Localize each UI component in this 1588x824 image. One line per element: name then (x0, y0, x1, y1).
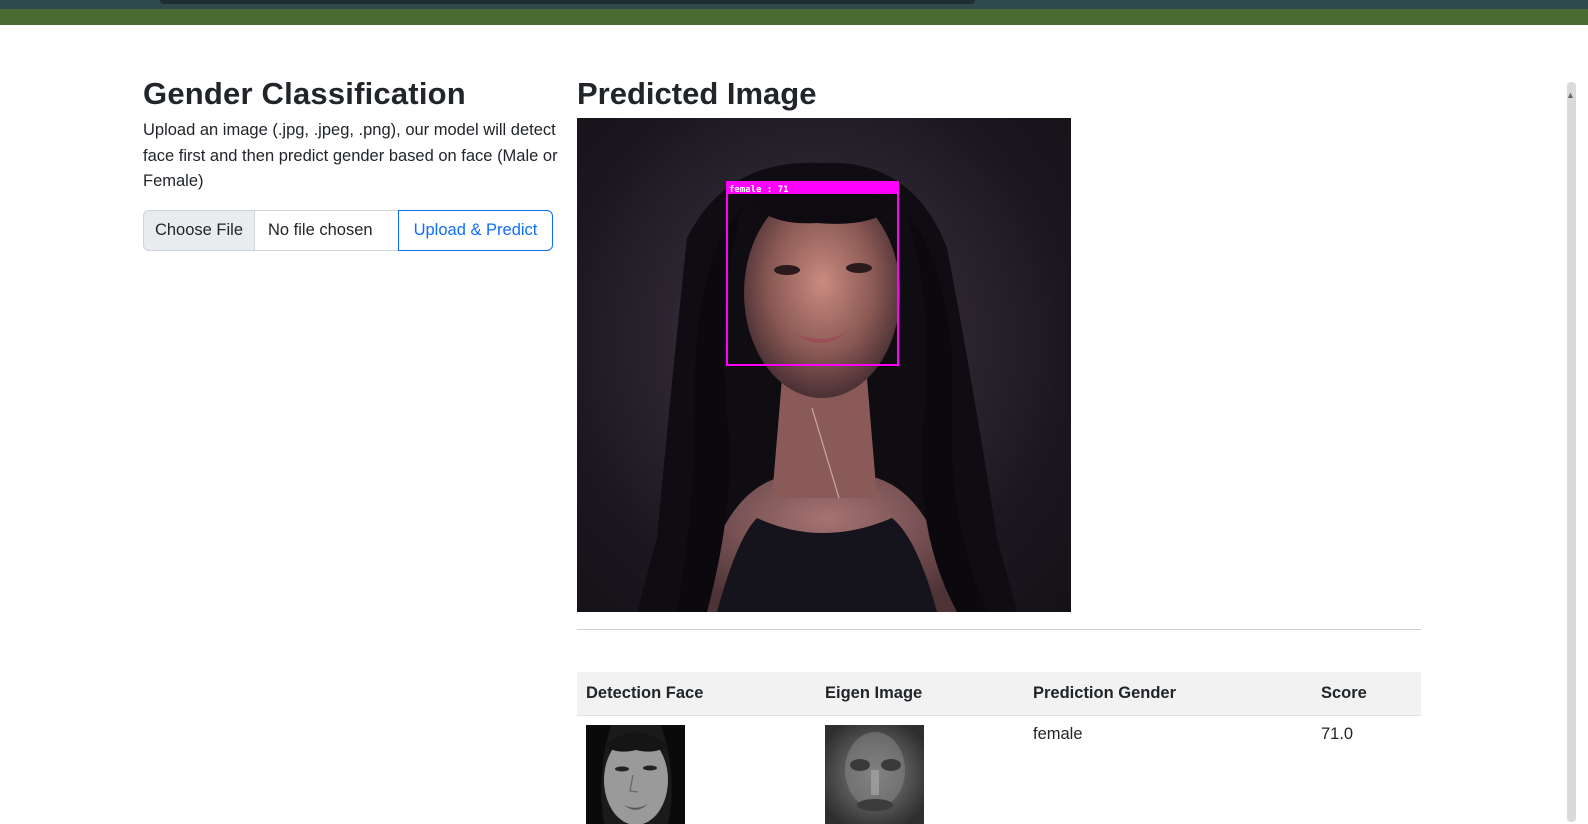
scroll-up-arrow-icon[interactable]: ▲ (1566, 90, 1575, 100)
header-detection-face: Detection Face (577, 672, 816, 716)
upload-form: Choose File No file chosen Upload & Pred… (143, 210, 553, 251)
score-cell: 71.0 (1321, 724, 1354, 743)
scrollbar-thumb[interactable] (1567, 82, 1576, 822)
detection-face-cell (577, 715, 816, 824)
prediction-gender-cell: female (1033, 724, 1083, 743)
choose-file-button[interactable]: Choose File (143, 210, 255, 251)
predicted-image-illustration: female : 71 (637, 162, 1017, 612)
results-table: Detection Face Eigen Image Prediction Ge… (577, 672, 1421, 824)
upload-description: Upload an image (.jpg, .jpeg, .png), our… (143, 121, 558, 190)
nav-pill (160, 0, 975, 4)
detection-face-thumbnail (586, 724, 685, 824)
header-prediction-gender: Prediction Gender (1024, 672, 1312, 716)
upload-predict-button[interactable]: Upload & Predict (398, 210, 553, 251)
header-score: Score (1312, 672, 1421, 716)
upload-panel: Gender Classification Upload an image (.… (143, 74, 558, 251)
header-eigen-image: Eigen Image (816, 672, 1024, 716)
face-box-label: female : 71 (729, 185, 789, 195)
eigen-image-cell (816, 715, 1024, 824)
file-name-display[interactable]: No file chosen (255, 210, 398, 251)
section-divider (577, 629, 1421, 630)
table-row: female 71.0 (577, 715, 1421, 824)
predicted-image-title: Predicted Image (577, 76, 817, 111)
table-header-row: Detection Face Eigen Image Prediction Ge… (577, 672, 1421, 716)
predicted-image: female : 71 (577, 118, 1071, 612)
eigen-image-thumbnail (825, 724, 924, 824)
page-title: Gender Classification (143, 76, 466, 111)
